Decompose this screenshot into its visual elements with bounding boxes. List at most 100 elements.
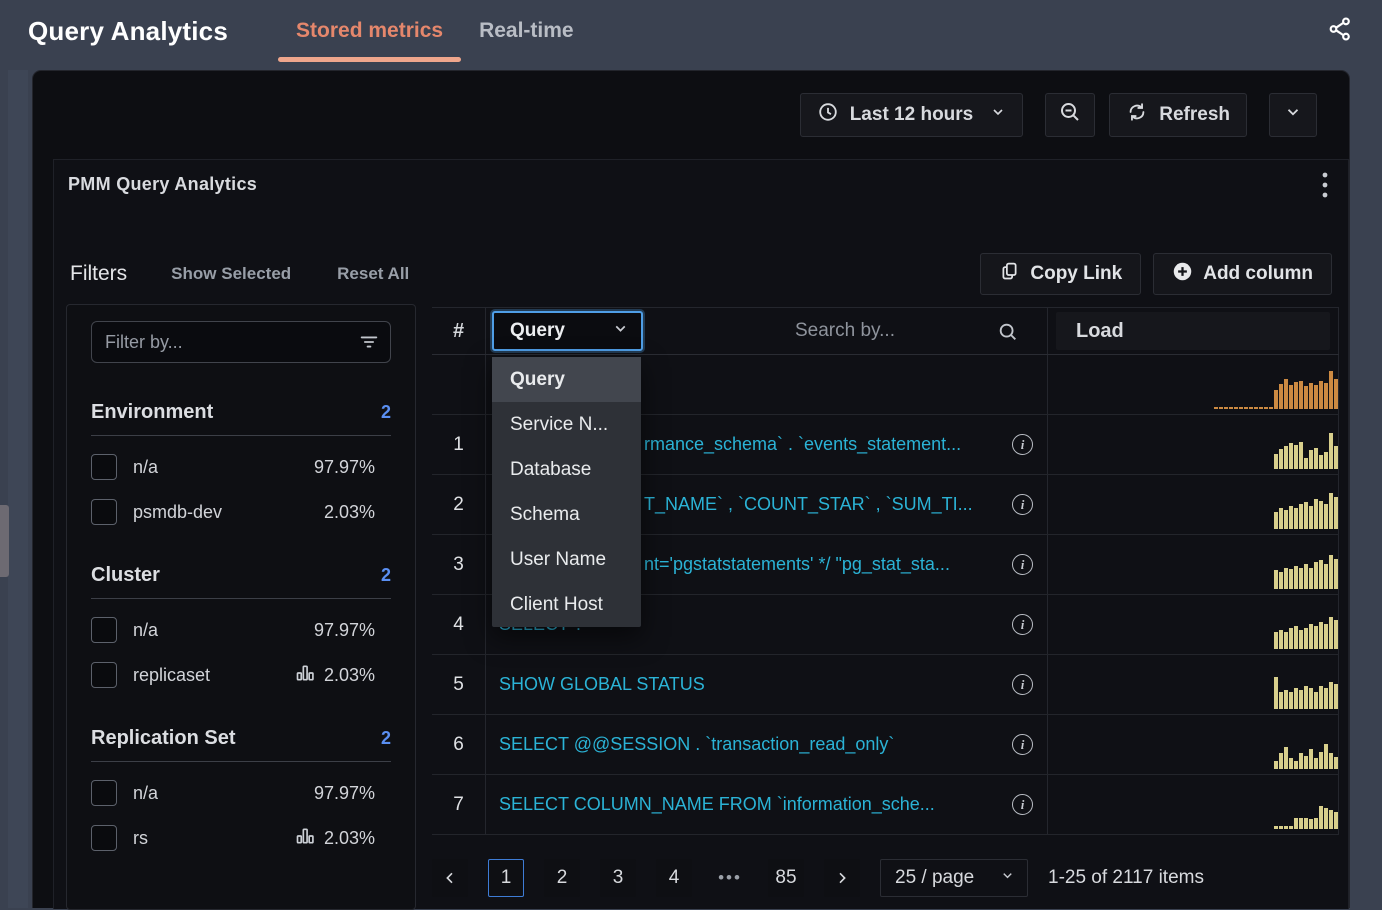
filters-header: Filters Show Selected Reset All Copy Lin… xyxy=(70,253,1332,295)
load-cell xyxy=(1047,595,1339,654)
filter-option-label: n/a xyxy=(133,620,158,641)
load-cell xyxy=(1047,475,1339,534)
checkbox[interactable] xyxy=(91,617,117,643)
info-icon[interactable]: i xyxy=(1012,674,1033,695)
query-link[interactable]: SELECT @@SESSION . `transaction_read_onl… xyxy=(499,734,1002,755)
load-cell xyxy=(1047,535,1339,594)
page-size-select[interactable]: 25 / page xyxy=(880,859,1028,897)
checkbox[interactable] xyxy=(91,780,117,806)
page-title: Query Analytics xyxy=(28,16,228,47)
load-cell xyxy=(1047,775,1339,834)
filters-title: Filters xyxy=(70,262,127,286)
filter-option-percent: 2.03% xyxy=(324,502,375,523)
checkbox[interactable] xyxy=(91,499,117,525)
filter-group-header: Environment2 xyxy=(91,401,391,424)
info-icon[interactable]: i xyxy=(1012,614,1033,635)
dropdown-option-schema[interactable]: Schema xyxy=(492,492,641,537)
dimension-select-value: Query xyxy=(510,320,565,342)
info-icon[interactable]: i xyxy=(1012,494,1033,515)
copy-link-button[interactable]: Copy Link xyxy=(980,253,1141,295)
filter-option-label: n/a xyxy=(133,783,158,804)
checkbox[interactable] xyxy=(91,662,117,688)
filter-option-label: replicaset xyxy=(133,665,210,686)
dropdown-option-database[interactable]: Database xyxy=(492,447,641,492)
filters-sidebar: Environment2n/a97.97%psmdb-dev2.03%Clust… xyxy=(66,304,416,910)
checkbox[interactable] xyxy=(91,825,117,851)
chevron-down-icon xyxy=(612,320,629,343)
filter-group-count: 2 xyxy=(381,565,391,586)
panel-title: PMM Query Analytics xyxy=(68,174,257,195)
filter-option: psmdb-dev 2.03% xyxy=(91,498,391,526)
filter-option: rs2.03% xyxy=(91,824,391,852)
time-range-button[interactable]: Last 12 hours xyxy=(800,93,1024,137)
load-sparkline xyxy=(1274,806,1338,829)
divider xyxy=(91,761,391,762)
tab-label: Real-time xyxy=(479,19,574,43)
zoom-out-button[interactable] xyxy=(1045,93,1095,137)
chevron-down-icon xyxy=(1284,103,1302,127)
load-sparkline xyxy=(1274,493,1338,529)
filter-option: n/a97.97% xyxy=(91,616,391,644)
info-icon[interactable]: i xyxy=(1012,434,1033,455)
page-button-4[interactable]: 4 xyxy=(656,859,692,897)
search-icon[interactable] xyxy=(997,321,1019,348)
filter-group-replication-set: Replication Set2n/a97.97%rs2.03% xyxy=(91,727,391,852)
share-button[interactable] xyxy=(1322,13,1358,49)
load-cell xyxy=(1047,355,1339,414)
filter-option-stats: 97.97% xyxy=(314,457,391,478)
chevron-down-icon xyxy=(990,104,1006,126)
info-icon[interactable]: i xyxy=(1012,554,1033,575)
toolbar: Last 12 hours xyxy=(800,93,1317,137)
next-page-button[interactable] xyxy=(824,859,860,897)
query-cell: SHOW GLOBAL STATUS i xyxy=(485,655,1047,714)
dimension-select[interactable]: Query xyxy=(492,311,643,351)
left-scroll-thumb[interactable] xyxy=(0,505,9,577)
page-button-3[interactable]: 3 xyxy=(600,859,636,897)
dropdown-option-service-n[interactable]: Service N... xyxy=(492,402,641,447)
refresh-icon xyxy=(1126,101,1148,129)
add-column-label: Add column xyxy=(1203,263,1313,285)
page-size-value: 25 / page xyxy=(895,867,974,889)
load-cell xyxy=(1047,715,1339,774)
dropdown-option-query[interactable]: Query xyxy=(492,357,641,402)
filter-group-name: Cluster xyxy=(91,564,160,587)
dashboard-panel: Last 12 hours xyxy=(32,70,1350,908)
prev-page-button[interactable] xyxy=(432,859,468,897)
load-sparkline xyxy=(1274,617,1338,649)
tab-bar: Stored metrics Real-time xyxy=(278,0,592,62)
filter-option-stats: 2.03% xyxy=(295,826,391,851)
info-icon[interactable]: i xyxy=(1012,794,1033,815)
reset-all-link[interactable]: Reset All xyxy=(337,264,409,284)
table-search-input[interactable] xyxy=(715,320,975,342)
row-number: 3 xyxy=(432,535,485,594)
query-link[interactable]: SELECT COLUMN_NAME FROM `information_sch… xyxy=(499,794,1002,815)
query-link[interactable]: SHOW GLOBAL STATUS xyxy=(499,674,1002,695)
dropdown-option-user-name[interactable]: User Name xyxy=(492,537,641,582)
filter-option-label: psmdb-dev xyxy=(133,502,222,523)
filter-option-percent: 2.03% xyxy=(324,828,375,849)
row-number xyxy=(432,355,485,414)
dropdown-option-client-host[interactable]: Client Host xyxy=(492,582,641,627)
tab-real-time[interactable]: Real-time xyxy=(461,0,592,62)
page-button-2[interactable]: 2 xyxy=(544,859,580,897)
checkbox[interactable] xyxy=(91,454,117,480)
show-selected-link[interactable]: Show Selected xyxy=(171,264,291,284)
add-column-button[interactable]: Add column xyxy=(1153,253,1332,295)
info-icon[interactable]: i xyxy=(1012,734,1033,755)
page-button-1[interactable]: 1 xyxy=(488,859,524,897)
row-number: 2 xyxy=(432,475,485,534)
refresh-button[interactable]: Refresh xyxy=(1109,93,1247,137)
page-button-85[interactable]: 85 xyxy=(768,859,804,897)
toolbar-expand-button[interactable] xyxy=(1269,93,1317,137)
filter-group-count: 2 xyxy=(381,402,391,423)
copy-link-label: Copy Link xyxy=(1030,263,1122,285)
panel-menu-button[interactable] xyxy=(1310,166,1340,208)
load-column-header[interactable]: Load xyxy=(1056,312,1330,350)
filter-option: replicaset2.03% xyxy=(91,661,391,689)
number-column-header: # xyxy=(453,320,464,343)
active-tab-underline xyxy=(278,57,461,62)
tab-stored-metrics[interactable]: Stored metrics xyxy=(278,0,461,62)
filter-search-input[interactable] xyxy=(91,321,391,363)
load-sparkline xyxy=(1274,677,1338,709)
query-cell: SELECT @@SESSION . `transaction_read_onl… xyxy=(485,715,1047,774)
